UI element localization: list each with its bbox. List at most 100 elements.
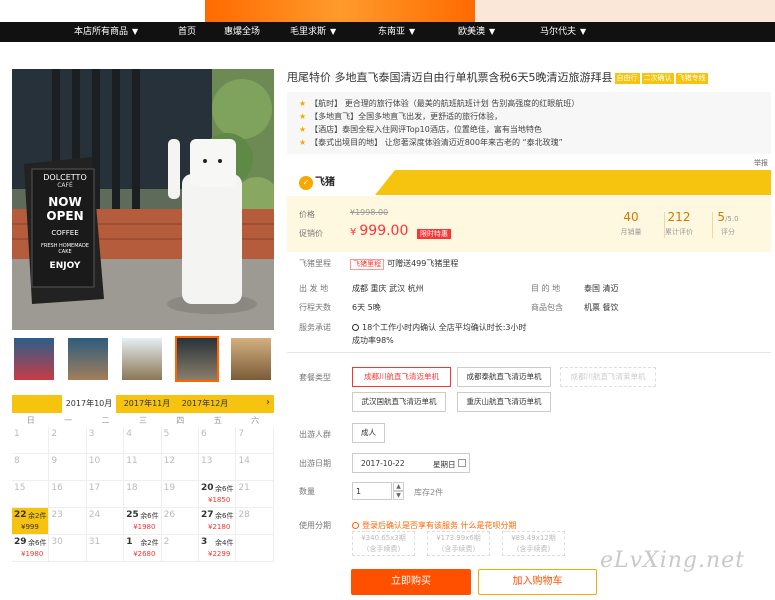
day-price: ¥1980	[133, 523, 156, 531]
chevron-right-icon[interactable]: ›	[266, 397, 270, 408]
days-label: 行程天数	[299, 303, 331, 312]
includes-value: 机票 餐饮	[584, 303, 619, 312]
stat-rating: 5/5.0 评分	[717, 210, 739, 236]
check-circle-icon	[352, 324, 359, 331]
day-price: ¥1980	[21, 550, 44, 558]
day-price: ¥2299	[208, 550, 231, 558]
thumbnail-5[interactable]	[231, 338, 271, 380]
feature-item: ★ 【航时】 更合理的旅行体验（最美的航班航班计划 告别高强度的红眼航班）	[299, 99, 580, 108]
calendar-day: 28	[236, 508, 274, 535]
day-number: 10	[88, 456, 101, 466]
calendar-day[interactable]: 22 余2件 ¥999	[12, 508, 50, 535]
stock-text: 库存2件	[414, 488, 444, 497]
nav-item-mauritius[interactable]: 毛里求斯 ▼	[290, 22, 336, 42]
day-number: 24	[88, 510, 101, 520]
date-label: 出游日期	[299, 459, 331, 468]
crowd-label: 出游人群	[299, 430, 331, 439]
add-to-cart-button[interactable]: 加入购物车	[478, 569, 597, 595]
star-icon: ★	[299, 138, 307, 147]
day-remaining: 余6件	[28, 539, 47, 547]
nav-item-all-products[interactable]: 本店所有商品 ▼	[74, 22, 138, 42]
package-label: 套餐类型	[299, 373, 331, 382]
chevron-down-icon: ▼	[132, 27, 139, 36]
weekday-label: 一	[64, 416, 73, 425]
star-icon: ★	[299, 99, 307, 108]
watermark: eLvXing.net	[600, 548, 746, 573]
product-main-image[interactable]: DOLCETTO CAFÉ NOW OPEN COFFEE FRESH HOME…	[12, 69, 274, 330]
installment-label: 使用分期	[299, 521, 331, 530]
chevron-down-icon: ▼	[580, 27, 587, 36]
calendar-day	[236, 535, 274, 562]
day-number: 1	[14, 429, 20, 439]
thumbnail-2[interactable]	[68, 338, 108, 380]
thumbnail-3[interactable]	[122, 338, 162, 380]
price-box: 价格 ¥1998.00 促销价 ¥999.00 限时特惠 40 月销量 212 …	[287, 196, 771, 252]
quantity-input[interactable]: 1	[352, 482, 392, 500]
crowd-option-adult[interactable]: 成人	[352, 423, 385, 443]
day-remaining: 余2件	[28, 512, 47, 520]
weekday-label: 五	[213, 416, 222, 425]
package-option-2[interactable]: 成都泰航直飞清迈单机	[457, 367, 551, 387]
calendar-day: 13	[199, 454, 237, 481]
quantity-increase-button[interactable]: ▲	[393, 482, 404, 491]
day-number: 20	[201, 483, 214, 493]
package-option-4[interactable]: 武汉国航直飞清迈单机	[352, 392, 446, 412]
includes-label: 商品包含	[531, 303, 563, 312]
day-price: ¥999	[21, 523, 39, 531]
tab-month-nov[interactable]: 2017年11月	[120, 395, 174, 413]
quantity-decrease-button[interactable]: ▼	[393, 491, 404, 500]
day-number: 2	[51, 429, 58, 439]
package-option-1[interactable]: 成都川航直飞清迈单机	[352, 367, 451, 387]
brand-logo: ✓ 飞猪	[299, 175, 335, 190]
calendar-day[interactable]: 1 余2件 ¥2680	[124, 535, 162, 562]
original-price: ¥1998.00	[350, 208, 389, 217]
star-icon: ★	[299, 125, 307, 134]
star-icon: ★	[299, 112, 307, 121]
day-remaining: 余6件	[215, 485, 234, 493]
calendar-day[interactable]: 25 余6件 ¥1980	[124, 508, 162, 535]
package-option-5[interactable]: 重庆山航直飞清迈单机	[457, 392, 551, 412]
tab-month-dec[interactable]: 2017年12月	[178, 395, 232, 413]
tab-month-oct[interactable]: 2017年10月	[62, 395, 116, 413]
day-remaining: 余6件	[140, 512, 159, 520]
calendar-day[interactable]: 3 余4件 ¥2299	[199, 535, 237, 562]
calendar-day[interactable]: 29 余6件 ¥1980	[12, 535, 50, 562]
depart-label: 出 发 地	[299, 284, 329, 293]
calendar-day: 21	[236, 481, 274, 508]
day-number: 31	[88, 537, 101, 547]
mileage-row: 飞猪里程 飞猪里程 可赠送499飞猪里程	[299, 259, 459, 270]
day-number: 11	[126, 456, 138, 466]
day-number: 30	[51, 537, 63, 547]
feature-highlights: ★ 【航时】 更合理的旅行体验（最美的航班航班计划 告别高强度的红眼航班） ★ 【多…	[287, 92, 771, 154]
day-number: 21	[238, 483, 250, 493]
nav-item-southeast-asia[interactable]: 东南亚 ▼	[378, 22, 415, 42]
calendar-day: 11	[124, 454, 162, 481]
mileage-badge: 飞猪里程	[350, 259, 385, 270]
report-link[interactable]: 举报	[754, 158, 768, 168]
nav-item-deals[interactable]: 惠爆全场	[224, 22, 260, 42]
calendar-day[interactable]: 20 余6件 ¥1850	[199, 481, 237, 508]
calendar-day: 5	[161, 427, 199, 454]
info-icon	[352, 522, 359, 529]
nav-item-home[interactable]: 首页	[178, 22, 196, 42]
day-number: 17	[88, 483, 101, 493]
buy-now-button[interactable]: 立即购买	[351, 569, 471, 595]
thumbnail-1[interactable]	[14, 338, 54, 380]
travel-date-input[interactable]: 2017-10-22 星期日	[352, 453, 470, 473]
day-number: 5	[163, 429, 170, 439]
day-number: 19	[163, 483, 176, 493]
calendar-day[interactable]: 27 余6件 ¥2180	[199, 508, 237, 535]
installment-option-3: ¥340.65x3期 (含手续费)	[352, 531, 415, 556]
installment-note[interactable]: 登录后确认是否享有该服务 什么是花呗分期	[352, 520, 517, 531]
calendar-day: 8	[12, 454, 50, 481]
nav-item-maldives[interactable]: 马尔代夫 ▼	[540, 22, 586, 42]
installment-option-6: ¥173.99x6期 (含手续费)	[427, 531, 490, 556]
calendar-day: 2	[161, 535, 199, 562]
depart-value: 成都 重庆 武汉 杭州	[352, 284, 424, 293]
thumbnail-4[interactable]	[175, 336, 219, 382]
day-price: ¥2180	[208, 523, 231, 531]
nav-item-europe-us-aus[interactable]: 欧美澳 ▼	[458, 22, 495, 42]
calendar-day: 10	[86, 454, 125, 481]
feature-item: ★ 【多地直飞】全国多地直飞出发，更舒适的旅行体验，	[299, 112, 503, 121]
calendar-day: 23	[49, 508, 87, 535]
